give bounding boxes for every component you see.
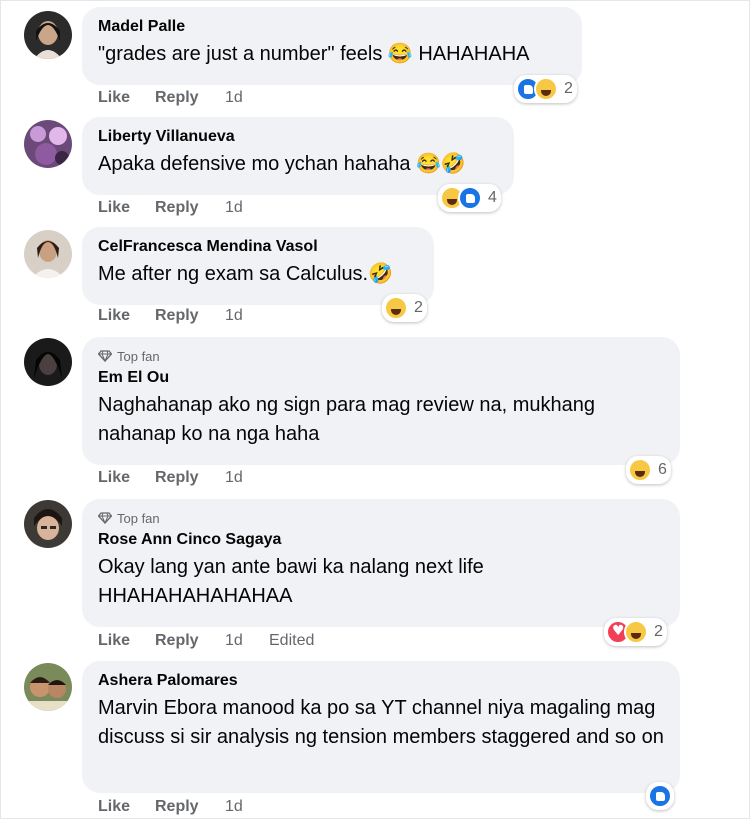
reaction-summary[interactable]: 6 <box>626 456 671 484</box>
reply-button[interactable]: Reply <box>155 798 225 816</box>
diamond-icon <box>98 350 112 362</box>
comment-actions: Like Reply 1d <box>98 88 269 108</box>
top-fan-label: Top fan <box>117 510 160 526</box>
avatar[interactable] <box>24 500 72 548</box>
like-button[interactable]: Like <box>98 307 155 325</box>
comment-timestamp[interactable]: 1d <box>225 798 269 816</box>
like-button[interactable]: Like <box>98 199 155 217</box>
reply-button[interactable]: Reply <box>155 307 225 325</box>
reaction-count: 2 <box>564 80 573 97</box>
comment-timestamp[interactable]: 1d <box>225 199 269 217</box>
avatar[interactable] <box>24 663 72 711</box>
reaction-summary[interactable]: 4 <box>438 184 501 212</box>
comment-timestamp[interactable]: 1d <box>225 89 269 107</box>
commenter-name[interactable]: Liberty Villanueva <box>98 127 498 147</box>
commenter-name[interactable]: Em El Ou <box>98 368 664 388</box>
reaction-summary[interactable]: 2 <box>604 618 667 646</box>
edited-label[interactable]: Edited <box>269 632 314 650</box>
avatar[interactable] <box>24 120 72 168</box>
haha-reaction-icon <box>628 458 652 482</box>
reply-button[interactable]: Reply <box>155 469 225 487</box>
comment-actions: Like Reply 1d <box>98 198 269 218</box>
comment-timestamp[interactable]: 1d <box>225 307 269 325</box>
comment-text: Okay lang yan ante bawi ka nalang next l… <box>98 556 484 607</box>
comment-timestamp[interactable]: 1d <box>225 632 269 650</box>
reaction-summary[interactable]: 2 <box>514 75 577 103</box>
haha-reaction-icon <box>534 77 558 101</box>
comment-text: Marvin Ebora manood ka po sa YT channel … <box>98 697 664 748</box>
like-button[interactable]: Like <box>98 89 155 107</box>
avatar[interactable] <box>24 230 72 278</box>
avatar[interactable] <box>24 338 72 386</box>
like-button[interactable]: Like <box>98 469 155 487</box>
reaction-count: 2 <box>414 299 423 316</box>
comment-actions: Like Reply 1d Edited <box>98 631 314 651</box>
reaction-summary[interactable] <box>646 782 674 810</box>
comment-actions: Like Reply 1d <box>98 797 269 817</box>
commenter-name[interactable]: Madel Palle <box>98 17 566 37</box>
comment-bubble: Top fan Rose Ann Cinco Sagaya Okay lang … <box>82 499 680 627</box>
comment-text: Apaka defensive mo ychan hahaha 😂🤣 <box>98 153 466 175</box>
top-fan-label: Top fan <box>117 348 160 364</box>
reaction-count: 2 <box>654 623 663 640</box>
commenter-name[interactable]: Ashera Palomares <box>98 671 664 691</box>
avatar[interactable] <box>24 11 72 59</box>
reaction-count: 6 <box>658 461 667 478</box>
reply-button[interactable]: Reply <box>155 89 225 107</box>
comment-text: Me after ng exam sa Calculus.🤣 <box>98 263 394 285</box>
reply-button[interactable]: Reply <box>155 632 225 650</box>
like-reaction-icon <box>458 186 482 210</box>
like-reaction-icon <box>648 784 672 808</box>
comment-text: Naghahanap ako ng sign para mag review n… <box>98 394 595 445</box>
comment-bubble: Top fan Em El Ou Naghahanap ako ng sign … <box>82 337 680 465</box>
top-fan-badge: Top fan <box>98 509 664 527</box>
comment-bubble: Ashera Palomares Marvin Ebora manood ka … <box>82 661 680 793</box>
like-button[interactable]: Like <box>98 798 155 816</box>
comment-text: "grades are just a number" feels 😂 HAHAH… <box>98 43 530 65</box>
like-button[interactable]: Like <box>98 632 155 650</box>
diamond-icon <box>98 512 112 524</box>
haha-reaction-icon <box>624 620 648 644</box>
comment-timestamp[interactable]: 1d <box>225 469 269 487</box>
comment-actions: Like Reply 1d <box>98 468 269 488</box>
commenter-name[interactable]: CelFrancesca Mendina Vasol <box>98 237 418 257</box>
reply-button[interactable]: Reply <box>155 199 225 217</box>
commenter-name[interactable]: Rose Ann Cinco Sagaya <box>98 530 664 550</box>
top-fan-badge: Top fan <box>98 347 664 365</box>
comment-actions: Like Reply 1d <box>98 306 269 326</box>
comment-bubble: Madel Palle "grades are just a number" f… <box>82 7 582 85</box>
reaction-summary[interactable]: 2 <box>382 294 427 322</box>
comment-bubble: CelFrancesca Mendina Vasol Me after ng e… <box>82 227 434 305</box>
haha-reaction-icon <box>384 296 408 320</box>
reaction-count: 4 <box>488 189 497 206</box>
